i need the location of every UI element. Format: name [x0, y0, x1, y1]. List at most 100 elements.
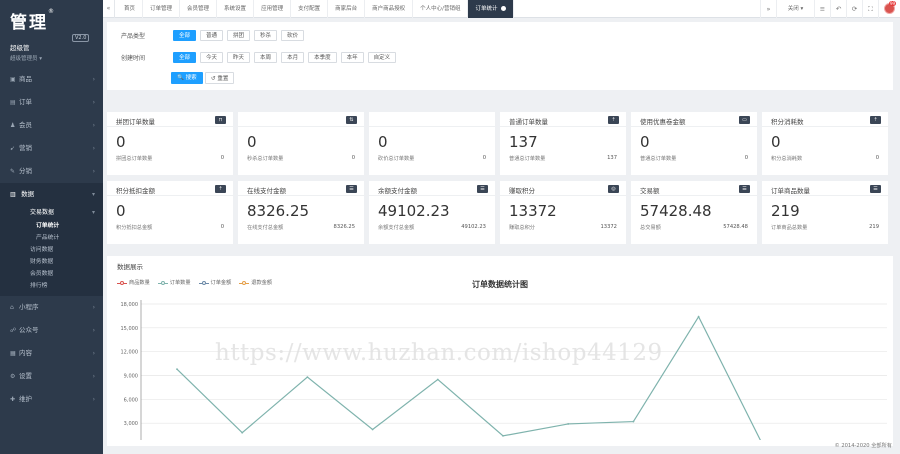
sidebar-item-label: 商品: [19, 75, 32, 83]
tab-label: 订单管理: [150, 6, 173, 12]
data-point[interactable]: [697, 315, 700, 318]
tab-item[interactable]: 个人中心/营销组: [413, 0, 469, 18]
filter-row-product-type: 产品类型 全部 普通 拼团 秒杀 砍价: [121, 30, 308, 41]
submenu-product-stats[interactable]: 产品统计: [0, 232, 103, 244]
menu-top: ▣ 商品 › ▤ 订单 › ♟ 会员 › ➹ 营销 › ✎ 分销 ›: [0, 68, 103, 183]
stat-card-icon: ☰: [346, 185, 357, 193]
tab-item[interactable]: 应用管理: [254, 0, 292, 18]
stat-card-icon: ⇡: [215, 185, 226, 193]
sidebar-item-label: 小程序: [19, 303, 39, 311]
stat-card-value: 13372: [509, 202, 557, 220]
tab-label: 订单统计: [475, 6, 498, 12]
tab-item[interactable]: 系统设置: [217, 0, 255, 18]
close-tabs-button[interactable]: 关闭 ▾: [776, 0, 814, 18]
stat-card-footer-value: 13372: [600, 224, 617, 230]
data-point[interactable]: [176, 368, 178, 371]
sidebar-item[interactable]: ➹ 营销 ›: [0, 137, 103, 160]
tab-label: 会员管理: [187, 6, 210, 12]
submenu-trade-data[interactable]: 交易数据 ▾: [0, 206, 103, 220]
sidebar-item[interactable]: ♟ 会员 ›: [0, 114, 103, 137]
time-option[interactable]: 昨天: [227, 52, 251, 63]
app-root: 管理® V2.0 超级管 超级管理员 ▾ ▣ 商品 › ▤ 订单 › ♟ 会员 › ➹ 营销 › ✎ 分销…: [0, 0, 900, 454]
time-option[interactable]: 今天: [200, 52, 224, 63]
data-point[interactable]: [306, 376, 309, 378]
stat-card-footer-label: 秒杀总订单数量: [247, 156, 284, 162]
version-badge: V2.0: [72, 34, 90, 42]
stat-card-footer-value: 137: [607, 155, 617, 161]
reset-button[interactable]: ↺ 重置: [205, 72, 235, 84]
filter-panel: 产品类型 全部 普通 拼团 秒杀 砍价 创建时间 全部 今天 昨天 本周 本月 本季度 本年 自定义 …: [107, 22, 893, 90]
fullscreen-icon[interactable]: ⛶: [862, 0, 878, 18]
stat-card-footer-label: 订单商品总数量: [771, 225, 808, 231]
chevron-right-icon: ›: [92, 350, 95, 357]
sidebar-item[interactable]: ⚙ 设置 ›: [0, 365, 103, 388]
user-panel[interactable]: 超级管 超级管理员 ▾: [0, 40, 103, 68]
stat-card-icon: ⇡: [608, 116, 619, 124]
data-point[interactable]: [241, 431, 244, 434]
menu-icon[interactable]: ≡: [814, 0, 830, 18]
tab-item[interactable]: 订单统计: [468, 0, 514, 18]
data-submenu: 交易数据 ▾ 订单统计 产品统计 访问数据 财务数据 会员数据 排行榜: [0, 206, 103, 296]
time-option[interactable]: 本月: [281, 52, 305, 63]
back-icon[interactable]: ↶: [830, 0, 846, 18]
tab-item[interactable]: 首页: [117, 0, 144, 18]
refresh-icon[interactable]: ⟳: [846, 0, 862, 18]
stat-card-title: 使用优惠卷金额: [640, 118, 686, 126]
avatar[interactable]: 99: [878, 0, 900, 18]
user-role[interactable]: 超级管理员 ▾: [10, 54, 103, 62]
time-option[interactable]: 自定义: [367, 52, 397, 63]
logo-text: 管理: [10, 13, 48, 33]
tab-item[interactable]: 商家后台: [328, 0, 366, 18]
sidebar-item-label: 维护: [19, 395, 32, 403]
sidebar-item[interactable]: ✎ 分销 ›: [0, 160, 103, 183]
submenu-item[interactable]: 排行榜: [0, 280, 103, 292]
data-point[interactable]: [502, 434, 504, 437]
chevron-right-icon: ›: [92, 327, 95, 334]
tab-item[interactable]: 订单管理: [143, 0, 181, 18]
stat-card-title: 积分抵扣金额: [116, 187, 155, 195]
stat-card: 在线支付金额 ☰ 8326.25 在线支付总金额 8326.25: [238, 181, 364, 244]
y-tick-label: 6,000: [124, 397, 138, 403]
sidebar-item[interactable]: ▣ 商品 ›: [0, 68, 103, 91]
time-option[interactable]: 全部: [173, 52, 197, 63]
tab-tools: » 关闭 ▾ ≡ ↶ ⟳ ⛶ 99: [760, 0, 900, 18]
chevron-right-icon: ›: [92, 304, 95, 311]
data-point[interactable]: [371, 428, 374, 431]
submenu-item[interactable]: 访问数据: [0, 244, 103, 256]
sidebar-item[interactable]: ⌂ 小程序 ›: [0, 296, 103, 319]
tab-item[interactable]: 支付配置: [291, 0, 329, 18]
product-type-option[interactable]: 砍价: [281, 30, 305, 41]
sidebar-item[interactable]: ☍ 公众号 ›: [0, 319, 103, 342]
menu-icon: ✚: [10, 396, 16, 403]
submenu-item[interactable]: 财务数据: [0, 256, 103, 268]
time-option[interactable]: 本年: [340, 52, 364, 63]
sidebar-item[interactable]: ✚ 维护 ›: [0, 388, 103, 411]
product-type-option[interactable]: 全部: [173, 30, 197, 41]
stat-card-value: 0: [116, 202, 126, 220]
sidebar-item[interactable]: ▤ 订单 ›: [0, 91, 103, 114]
product-type-option[interactable]: 秒杀: [254, 30, 278, 41]
submenu-item[interactable]: 会员数据: [0, 268, 103, 280]
data-point[interactable]: [436, 378, 439, 381]
data-point[interactable]: [567, 423, 570, 425]
product-type-option[interactable]: 拼团: [227, 30, 251, 41]
line-chart: 3,000 6,000 9,000 12,000 15,000 18,000: [121, 300, 887, 440]
data-point[interactable]: [632, 420, 635, 423]
sidebar-item[interactable]: ▦ 内容 ›: [0, 342, 103, 365]
stat-card: 积分抵扣金额 ⇡ 0 积分抵扣总金额 0: [107, 181, 233, 244]
sidebar-item-label: 公众号: [19, 326, 39, 334]
sidebar-item-data[interactable]: ▥ 数据 ▾: [0, 183, 103, 206]
tab-list: 首页 订单管理 会员管理 系统设置 应用管理 支付配置 商家后台 商户商品授权 个人中心/营销组…: [117, 0, 514, 18]
search-button[interactable]: 🔍 搜索: [171, 72, 203, 84]
time-option[interactable]: 本季度: [308, 52, 337, 63]
tab-scroll-left-icon[interactable]: «: [103, 0, 115, 18]
tab-scroll-right-icon[interactable]: »: [760, 0, 776, 18]
tab-item[interactable]: 商户商品授权: [365, 0, 414, 18]
submenu-order-stats[interactable]: 订单统计: [0, 220, 103, 232]
product-type-option[interactable]: 普通: [200, 30, 224, 41]
stat-card: 赚取积分 ◎ 13372 赚取总积分 13372: [500, 181, 626, 244]
time-option[interactable]: 本周: [254, 52, 278, 63]
filter-row-time: 创建时间 全部 今天 昨天 本周 本月 本季度 本年 自定义: [121, 52, 400, 63]
tab-item[interactable]: 会员管理: [180, 0, 218, 18]
logo[interactable]: 管理® V2.0: [0, 0, 103, 42]
